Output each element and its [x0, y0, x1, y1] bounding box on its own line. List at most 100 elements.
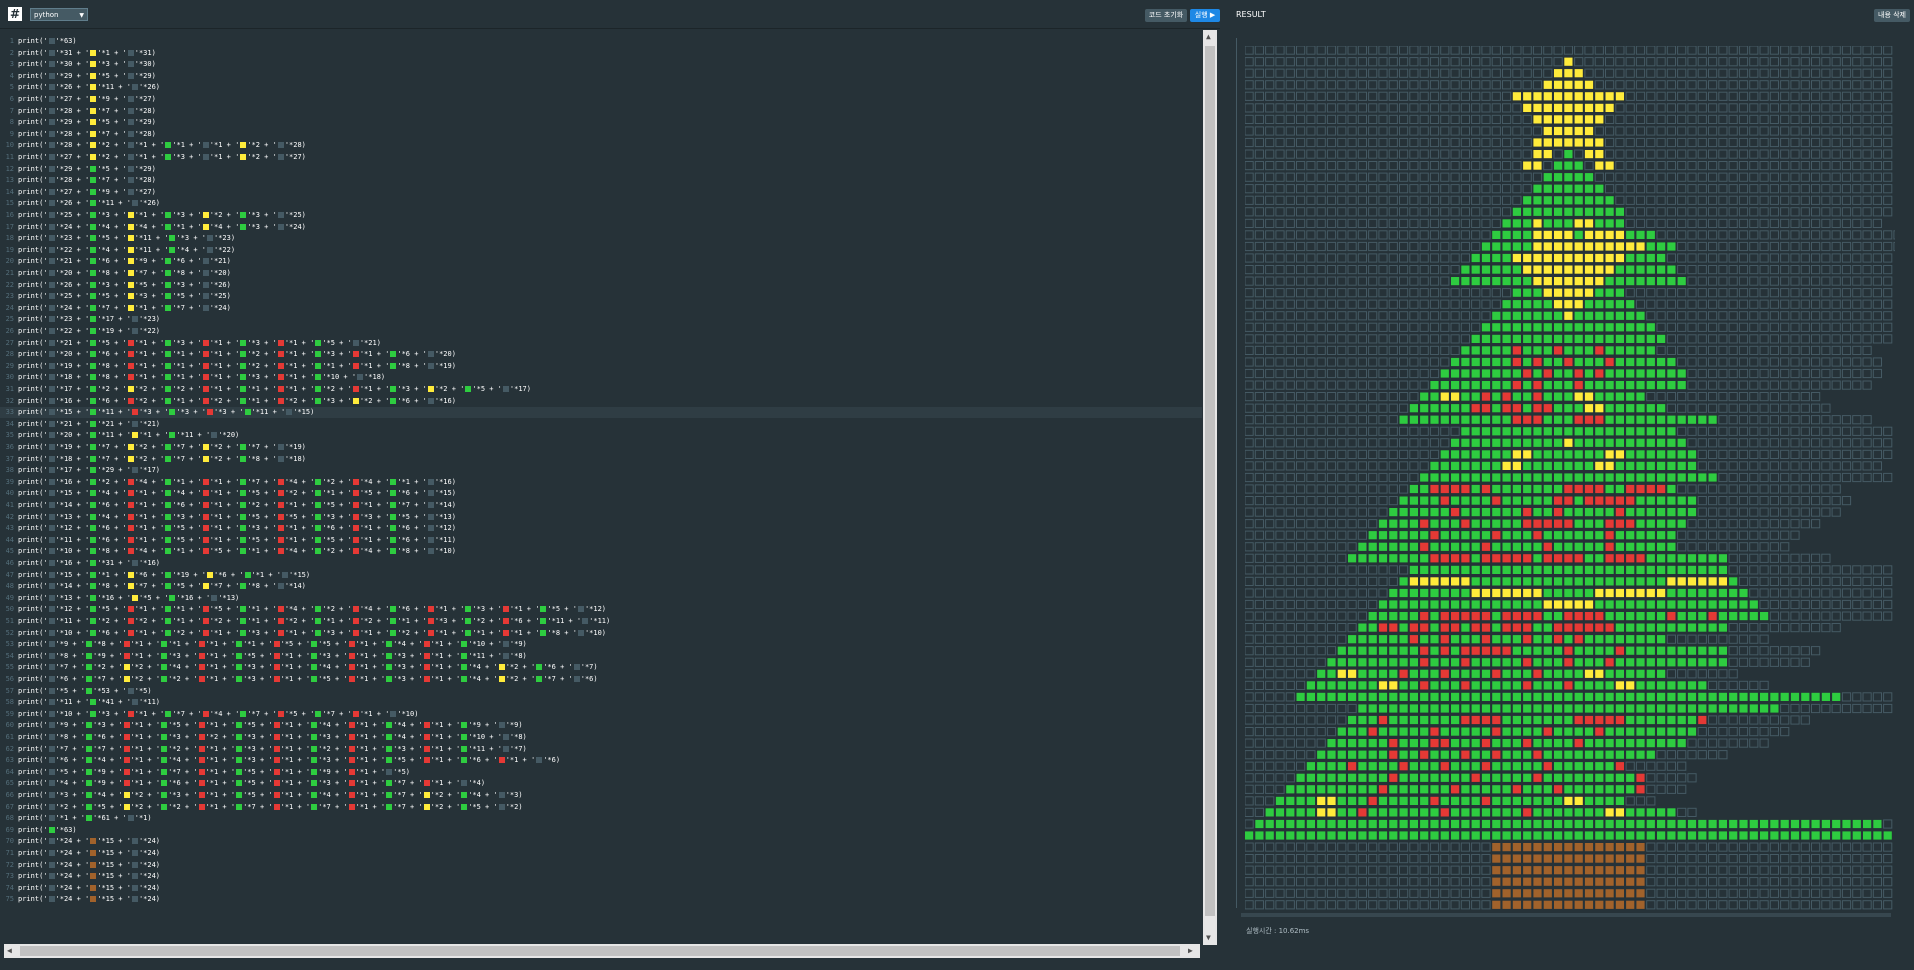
code-line[interactable]: 28 print(' '*20 + ' '*6 + ' '*1 + ' '*1 + ' '*…: [0, 349, 1202, 360]
code-line[interactable]: 68 print(' '*1 + ' '*61 + ' '*1): [0, 813, 1202, 824]
emoji-square: [206, 571, 213, 578]
code-line[interactable]: 11 print(' '*27 + ' '*2 + ' '*1 + ' '*3 + ' '*…: [0, 152, 1202, 163]
code-line[interactable]: 42 print(' '*13 + ' '*4 + ' '*1 + ' '*3 + ' '*…: [0, 512, 1202, 523]
code-line[interactable]: 15 print(' '*26 + ' '*11 + ' '*26): [0, 198, 1202, 209]
output-cell-black: [1357, 426, 1368, 436]
code-line[interactable]: 66 print(' '*3 + ' '*4 + ' '*2 + ' '*3 + ' '*1…: [0, 790, 1202, 801]
code-line[interactable]: 61 print(' '*8 + ' '*6 + ' '*1 + ' '*3 + ' '*2…: [0, 732, 1202, 743]
code-line[interactable]: 55 print(' '*7 + ' '*2 + ' '*2 + ' '*4 + ' '*1…: [0, 662, 1202, 673]
code-line[interactable]: 72 print(' '*24 + ' '*15 + ' '*24): [0, 860, 1202, 871]
code-line[interactable]: 16 print(' '*25 + ' '*3 + ' '*1 + ' '*3 + ' '*…: [0, 210, 1202, 221]
code-line[interactable]: 19 print(' '*22 + ' '*4 + ' '*11 + ' '*4 + ' '…: [0, 245, 1202, 256]
code-line[interactable]: 33 print(' '*15 + ' '*11 + ' '*3 + ' '*3 + ' '…: [0, 407, 1202, 419]
code-line[interactable]: 40 print(' '*15 + ' '*4 + ' '*1 + ' '*4 + ' '*…: [0, 488, 1202, 499]
code-line[interactable]: 29 print(' '*19 + ' '*8 + ' '*1 + ' '*1 + ' '*…: [0, 361, 1202, 372]
code-line[interactable]: 56 print(' '*6 + ' '*7 + ' '*2 + ' '*2 + ' '*1…: [0, 674, 1202, 685]
output-cell-black: [1409, 368, 1419, 379]
code-line[interactable]: 41 print(' '*14 + ' '*6 + ' '*1 + ' '*6 + ' '*…: [0, 500, 1202, 511]
code-line[interactable]: 2 print(' '*31 + ' '*1 + ' '*31): [0, 48, 1202, 59]
code-line[interactable]: 39 print(' '*16 + ' '*2 + ' '*4 + ' '*1 + ' '*…: [0, 477, 1202, 488]
code-line[interactable]: 7 print(' '*28 + ' '*7 + ' '*28): [0, 106, 1202, 117]
code-line[interactable]: 60 print(' '*9 + ' '*3 + ' '*1 + ' '*5 + ' '*1…: [0, 720, 1202, 731]
code-line[interactable]: 36 print(' '*19 + ' '*7 + ' '*2 + ' '*7 + ' '*…: [0, 442, 1202, 453]
code-line[interactable]: 62 print(' '*7 + ' '*7 + ' '*1 + ' '*2 + ' '*1…: [0, 744, 1202, 755]
code-line[interactable]: 37 print(' '*18 + ' '*7 + ' '*2 + ' '*7 + ' '*…: [0, 454, 1202, 465]
code-line[interactable]: 8 print(' '*29 + ' '*5 + ' '*29): [0, 117, 1202, 128]
vertical-scroll-thumb[interactable]: [1205, 46, 1215, 916]
output-cell-black: [1316, 646, 1326, 656]
horizontal-scrollbar[interactable]: ◀ ▶: [4, 944, 1200, 958]
code-line[interactable]: 59 print(' '*10 + ' '*3 + ' '*1 + ' '*7 + ' '*…: [0, 709, 1202, 720]
code-line[interactable]: 32 print(' '*16 + ' '*6 + ' '*2 + ' '*1 + ' '*…: [0, 396, 1202, 407]
code-line[interactable]: 4 print(' '*29 + ' '*5 + ' '*29): [0, 71, 1202, 82]
code-line[interactable]: 3 print(' '*30 + ' '*3 + ' '*30): [0, 59, 1202, 70]
code-line[interactable]: 22 print(' '*26 + ' '*3 + ' '*5 + ' '*3 + ' '*…: [0, 280, 1202, 291]
language-select[interactable]: python ▼: [30, 8, 88, 21]
code-line[interactable]: 75 print(' '*24 + ' '*15 + ' '*24): [0, 894, 1202, 905]
code-line[interactable]: 45 print(' '*10 + ' '*8 + ' '*4 + ' '*1 + ' '*…: [0, 546, 1202, 557]
code-line[interactable]: 6 print(' '*27 + ' '*9 + ' '*27): [0, 94, 1202, 105]
code-line[interactable]: 73 print(' '*24 + ' '*15 + ' '*24): [0, 871, 1202, 882]
code-line[interactable]: 38 print(' '*17 + ' '*29 + ' '*17): [0, 465, 1202, 476]
code-line[interactable]: 21 print(' '*20 + ' '*8 + ' '*7 + ' '*8 + ' '*…: [0, 268, 1202, 279]
code-line[interactable]: 54 print(' '*8 + ' '*9 + ' '*1 + ' '*3 + ' '*1…: [0, 651, 1202, 662]
code-line[interactable]: 23 print(' '*25 + ' '*5 + ' '*3 + ' '*5 + ' '*…: [0, 291, 1202, 302]
code-line[interactable]: 34 print(' '*21 + ' '*21 + ' '*21): [0, 419, 1202, 430]
code-line[interactable]: 20 print(' '*21 + ' '*6 + ' '*9 + ' '*6 + ' '*…: [0, 256, 1202, 267]
code-line[interactable]: 44 print(' '*11 + ' '*6 + ' '*1 + ' '*5 + ' '*…: [0, 535, 1202, 546]
code-line[interactable]: 26 print(' '*22 + ' '*19 + ' '*22): [0, 326, 1202, 337]
output-cell-green: [1646, 461, 1655, 470]
horizontal-scroll-thumb[interactable]: [20, 946, 1180, 956]
code-line[interactable]: 53 print(' '*9 + ' '*8 + ' '*1 + ' '*1 + ' '*1…: [0, 639, 1202, 650]
output-cell-green: [1451, 404, 1460, 413]
output-cell-green: [1471, 565, 1480, 574]
output-cell-black: [1749, 322, 1759, 332]
code-line[interactable]: 24 print(' '*24 + ' '*7 + ' '*1 + ' '*7 + ' '*…: [0, 303, 1202, 314]
code-line[interactable]: 13 print(' '*28 + ' '*7 + ' '*28): [0, 175, 1202, 186]
reset-code-button[interactable]: 코드 초기화: [1145, 9, 1187, 22]
clear-output-button[interactable]: 내용 삭제: [1874, 9, 1910, 22]
code-line[interactable]: 65 print(' '*4 + ' '*9 + ' '*1 + ' '*6 + ' '*1…: [0, 778, 1202, 789]
code-line[interactable]: 18 print(' '*23 + ' '*5 + ' '*11 + ' '*3 + ' '…: [0, 233, 1202, 244]
code-line[interactable]: 58 print(' '*11 + ' '*41 + ' '*11): [0, 697, 1202, 708]
code-line[interactable]: 14 print(' '*27 + ' '*9 + ' '*27): [0, 187, 1202, 198]
code-line[interactable]: 49 print(' '*13 + ' '*16 + ' '*5 + ' '*16 + '…: [0, 593, 1202, 604]
output-cell-black: [1254, 322, 1264, 332]
code-editor[interactable]: 1 print(' '*63) 2 print(' '*31 + ' '*1 + ' '*31…: [0, 36, 1202, 941]
code-line[interactable]: 64 print(' '*5 + ' '*9 + ' '*1 + ' '*7 + ' '*1…: [0, 767, 1202, 778]
output-cell-black: [1409, 103, 1419, 113]
code-line[interactable]: 63 print(' '*6 + ' '*4 + ' '*1 + ' '*4 + ' '*1…: [0, 755, 1202, 766]
code-line[interactable]: 50 print(' '*12 + ' '*5 + ' '*1 + ' '*1 + ' '*…: [0, 604, 1202, 615]
code-line[interactable]: 69 print(' '*63): [0, 825, 1202, 836]
code-line[interactable]: 48 print(' '*14 + ' '*8 + ' '*7 + ' '*5 + ' '*…: [0, 581, 1202, 592]
code-line[interactable]: 30 print(' '*18 + ' '*8 + ' '*1 + ' '*1 + ' '*…: [0, 372, 1202, 383]
code-line[interactable]: 10 print(' '*28 + ' '*2 + ' '*1 + ' '*1 + ' '*…: [0, 140, 1202, 151]
code-line[interactable]: 52 print(' '*10 + ' '*6 + ' '*1 + ' '*2 + ' '*…: [0, 628, 1202, 639]
code-line[interactable]: 35 print(' '*20 + ' '*11 + ' '*1 + ' '*11 + '…: [0, 430, 1202, 441]
code-line[interactable]: 25 print(' '*23 + ' '*17 + ' '*23): [0, 314, 1202, 325]
code-line[interactable]: 51 print(' '*11 + ' '*2 + ' '*2 + ' '*1 + ' '*…: [0, 616, 1202, 627]
code-line[interactable]: 5 print(' '*26 + ' '*11 + ' '*26): [0, 82, 1202, 93]
code-line[interactable]: 9 print(' '*28 + ' '*7 + ' '*28): [0, 129, 1202, 140]
code-line[interactable]: 71 print(' '*24 + ' '*15 + ' '*24): [0, 848, 1202, 859]
code-line[interactable]: 57 print(' '*5 + ' '*53 + ' '*5): [0, 686, 1202, 697]
run-button[interactable]: 실행 ▶: [1190, 9, 1220, 22]
vertical-scrollbar[interactable]: ▲ ▼: [1203, 30, 1217, 945]
code-line[interactable]: 70 print(' '*24 + ' '*15 + ' '*24): [0, 836, 1202, 847]
scroll-down-arrow-icon[interactable]: ▼: [1206, 933, 1211, 943]
code-line[interactable]: 47 print(' '*15 + ' '*1 + ' '*6 + ' '*19 + ' '…: [0, 570, 1202, 581]
code-line[interactable]: 1 print(' '*63): [0, 36, 1202, 47]
code-line[interactable]: 31 print(' '*17 + ' '*2 + ' '*2 + ' '*2 + ' '*…: [0, 384, 1202, 395]
scroll-up-arrow-icon[interactable]: ▲: [1206, 32, 1211, 42]
code-line[interactable]: 67 print(' '*2 + ' '*5 + ' '*2 + ' '*2 + ' '*1…: [0, 802, 1202, 813]
scroll-left-arrow-icon[interactable]: ◀: [7, 946, 12, 956]
scroll-right-arrow-icon[interactable]: ▶: [1188, 946, 1193, 956]
output-cell-yellow: [1533, 92, 1542, 101]
code-line[interactable]: 46 print(' '*16 + ' '*31 + ' '*16): [0, 558, 1202, 569]
code-line[interactable]: 12 print(' '*29 + ' '*5 + ' '*29): [0, 164, 1202, 175]
code-line[interactable]: 27 print(' '*21 + ' '*5 + ' '*1 + ' '*3 + ' '*…: [0, 338, 1202, 349]
code-line[interactable]: 43 print(' '*12 + ' '*6 + ' '*1 + ' '*5 + ' '*…: [0, 523, 1202, 534]
code-line[interactable]: 17 print(' '*24 + ' '*4 + ' '*4 + ' '*1 + ' '*…: [0, 222, 1202, 233]
code-line[interactable]: 74 print(' '*24 + ' '*15 + ' '*24): [0, 883, 1202, 894]
output-cell-black: [1728, 218, 1738, 229]
